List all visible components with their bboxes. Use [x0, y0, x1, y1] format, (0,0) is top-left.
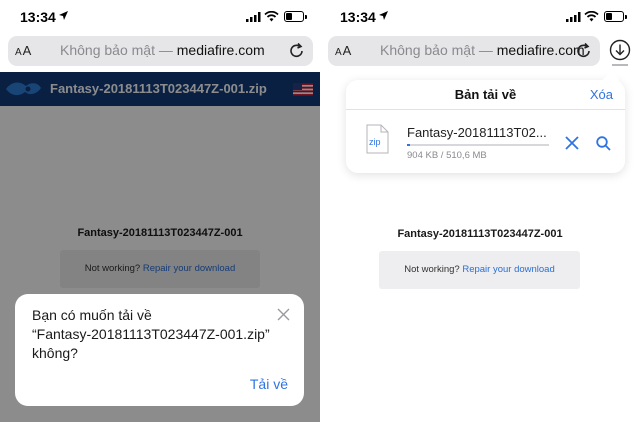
- left-screen: 13:34 AA Không bảo mật — mediafire.com F…: [0, 0, 320, 422]
- status-bar: 13:34: [320, 0, 640, 34]
- right-screen: 13:34 AA Không bảo mật — mediafire.com B…: [320, 0, 640, 422]
- location-arrow-icon: [379, 11, 388, 20]
- text-size-button[interactable]: AA: [15, 43, 32, 58]
- battery-icon: [284, 11, 307, 22]
- reload-icon[interactable]: [576, 42, 592, 59]
- address-bar[interactable]: AA Không bảo mật — mediafire.com: [328, 36, 600, 66]
- download-button[interactable]: Tải về: [250, 376, 288, 392]
- not-working-text: Not working?: [404, 264, 460, 275]
- zip-icon-label: zip: [369, 137, 381, 147]
- text-size-button[interactable]: AA: [335, 43, 352, 58]
- download-confirm-dialog: Bạn có muốn tải về “Fantasy-20181113T023…: [15, 294, 304, 406]
- cellular-signal-icon: [566, 12, 581, 22]
- url-domain: mediafire.com: [496, 42, 585, 58]
- status-bar: 13:34: [0, 0, 320, 34]
- dialog-message-line1: Bạn có muốn tải về: [32, 307, 152, 323]
- repair-download-link[interactable]: Repair your download: [462, 264, 554, 275]
- cellular-signal-icon: [246, 12, 261, 22]
- reload-icon[interactable]: [289, 42, 305, 59]
- downloads-popover: Bản tải về Xóa zip Fantasy-20181113T02..…: [346, 71, 625, 173]
- battery-icon: [604, 11, 627, 22]
- downloads-title: Bản tải về: [454, 87, 517, 102]
- status-time: 13:34: [20, 9, 56, 25]
- not-working-box: Not working? Repair your download: [379, 251, 580, 289]
- file-title: Fantasy-20181113T023447Z-001: [397, 228, 563, 240]
- status-time: 13:34: [340, 9, 376, 25]
- dialog-message: Bạn có muốn tải về “Fantasy-20181113T023…: [32, 306, 282, 363]
- url-domain: mediafire.com: [176, 42, 265, 58]
- location-arrow-icon: [59, 11, 68, 20]
- download-size-text: 904 KB / 510,6 MB: [407, 150, 487, 161]
- magnifier-icon[interactable]: [596, 136, 611, 151]
- wifi-icon: [584, 11, 599, 22]
- address-bar[interactable]: AA Không bảo mật — mediafire.com: [8, 36, 313, 66]
- download-progress-fill: [407, 144, 410, 146]
- divider: [346, 109, 625, 110]
- download-progress-bar: [407, 144, 549, 146]
- downloads-button-icon[interactable]: [609, 39, 631, 61]
- security-label: Không bảo mật —: [60, 42, 177, 58]
- zip-file-icon: zip: [366, 124, 389, 154]
- dialog-message-line2: “Fantasy-20181113T023447Z-001.zip”: [32, 326, 270, 342]
- cancel-download-icon[interactable]: [565, 136, 579, 150]
- downloads-button-progress: [612, 64, 628, 66]
- close-icon[interactable]: [277, 308, 290, 321]
- url-text[interactable]: Không bảo mật — mediafire.com: [60, 42, 265, 58]
- security-label: Không bảo mật —: [380, 42, 497, 58]
- clear-downloads-button[interactable]: Xóa: [590, 87, 613, 102]
- url-text[interactable]: Không bảo mật — mediafire.com: [380, 42, 585, 58]
- download-filename: Fantasy-20181113T02...: [407, 125, 547, 140]
- wifi-icon: [264, 11, 279, 22]
- popover-arrow: [602, 71, 620, 89]
- dialog-message-line3: không?: [32, 345, 78, 361]
